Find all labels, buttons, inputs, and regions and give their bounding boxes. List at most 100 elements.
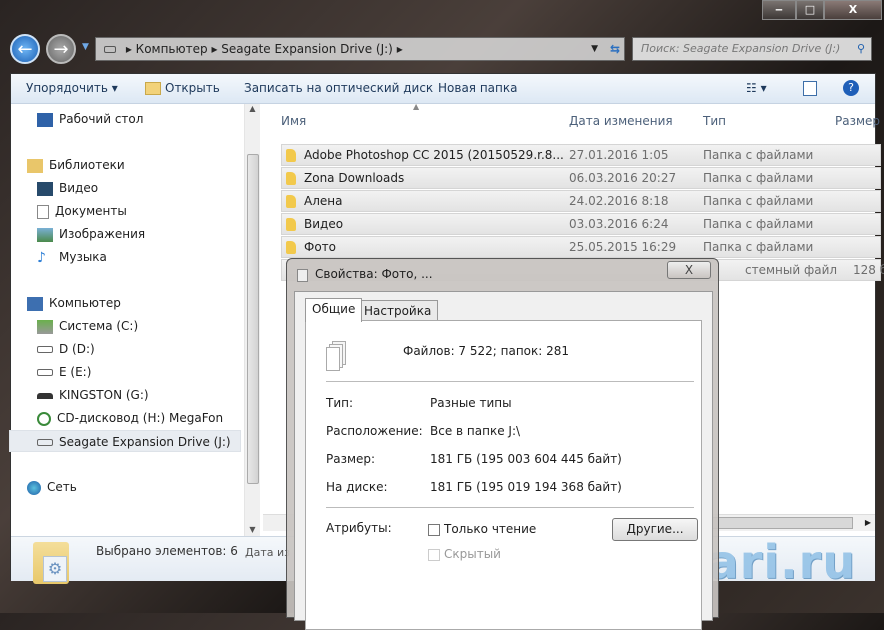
computer-icon: [27, 296, 43, 311]
open-folder-icon: [145, 82, 161, 95]
row-type: Папка с файлами: [703, 171, 814, 185]
drive-icon: [104, 46, 116, 53]
readonly-checkbox[interactable]: Только чтение: [428, 522, 536, 536]
row-date: 27.01.2016 1:05: [569, 148, 669, 162]
folder-icon: [286, 218, 296, 231]
table-row[interactable]: Zona Downloads 06.03.2016 20:27 Папка с фа…: [281, 167, 881, 189]
history-dropdown-icon[interactable]: ▼: [82, 42, 89, 52]
column-name[interactable]: Имя: [281, 114, 306, 128]
address-bar[interactable]: ▸ Компьютер ▸ Seagate Expansion Drive (J…: [95, 37, 625, 61]
row-name: Zona Downloads: [304, 171, 405, 185]
nav-computer[interactable]: Компьютер: [27, 292, 121, 314]
row-date: 24.02.2016 8:18: [569, 194, 669, 208]
hidden-checkbox[interactable]: Скрытый: [428, 547, 501, 561]
cd-drive-icon: [37, 411, 51, 426]
size-value: 181 ГБ (195 003 604 445 байт): [430, 452, 622, 466]
row-type: Папка с файлами: [703, 240, 814, 254]
organize-button[interactable]: Упорядочить ▾: [26, 81, 118, 95]
attributes-label: Атрибуты:: [326, 521, 392, 535]
network-icon: [27, 480, 41, 495]
nav-video[interactable]: Видео: [37, 177, 98, 199]
location-value: Все в папке J:\: [430, 424, 521, 438]
documents-icon: [37, 204, 49, 219]
navigation-pane: Рабочий стол Библиотеки Видео Документы …: [9, 104, 259, 536]
dialog-title: Свойства: Фото, ...: [315, 267, 433, 281]
libraries-icon: [27, 158, 43, 173]
music-icon: ♪: [37, 249, 46, 266]
type-value: Разные типы: [430, 396, 512, 410]
close-button[interactable]: X: [824, 0, 882, 20]
back-button[interactable]: ←: [10, 34, 40, 64]
nav-libraries[interactable]: Библиотеки: [27, 154, 125, 176]
nav-drive-d[interactable]: D (D:): [37, 338, 95, 360]
usb-drive-icon: [37, 392, 53, 399]
tab-customize[interactable]: Настройка: [357, 300, 439, 322]
column-date[interactable]: Дата изменения: [569, 114, 673, 128]
row-date: 03.03.2016 6:24: [569, 217, 669, 231]
multiple-files-icon: [326, 341, 346, 371]
row-date: 25.05.2015 16:29: [569, 240, 677, 254]
nav-pictures[interactable]: Изображения: [37, 223, 145, 245]
nav-documents[interactable]: Документы: [37, 200, 127, 222]
location-label: Расположение:: [326, 424, 423, 438]
breadcrumb-computer[interactable]: Компьютер: [136, 42, 208, 56]
burn-button[interactable]: Записать на оптический диск: [244, 81, 433, 95]
dialog-close-button[interactable]: X: [667, 261, 711, 279]
hscroll-thumb[interactable]: [703, 517, 853, 529]
address-dropdown-icon[interactable]: ▼: [591, 38, 598, 60]
table-row[interactable]: Видео 03.03.2016 6:24 Папка с файлами: [281, 213, 881, 235]
row-date: 06.03.2016 20:27: [569, 171, 677, 185]
size-on-disk-label: На диске:: [326, 480, 388, 494]
advanced-button[interactable]: Другие...: [612, 518, 698, 541]
breadcrumb-drive[interactable]: Seagate Expansion Drive (J:): [221, 42, 393, 56]
column-type[interactable]: Тип: [703, 114, 726, 128]
table-row[interactable]: Алена 24.02.2016 8:18 Папка с файлами: [281, 190, 881, 212]
system-drive-icon: [37, 319, 53, 334]
minimize-button[interactable]: ‒: [762, 0, 796, 20]
help-icon[interactable]: ?: [843, 80, 859, 96]
column-size[interactable]: Размер: [835, 114, 880, 128]
scroll-down-icon[interactable]: ▼: [245, 525, 260, 534]
new-folder-button[interactable]: Новая папка: [438, 81, 517, 95]
preview-pane-icon[interactable]: [803, 81, 817, 96]
row-size: 128 б: [853, 263, 884, 277]
toolbar: Упорядочить ▾ Открыть Записать на оптиче…: [11, 74, 875, 104]
nav-desktop[interactable]: Рабочий стол: [37, 108, 143, 130]
maximize-button[interactable]: □: [796, 0, 824, 20]
folder-icon: [286, 172, 296, 185]
nav-drive-h[interactable]: CD-дисковод (H:) MegaFon: [37, 407, 223, 429]
nav-network[interactable]: Сеть: [27, 476, 77, 498]
forward-button[interactable]: →: [46, 34, 76, 64]
nav-scrollbar[interactable]: ▲ ▼: [244, 104, 260, 536]
row-type: Папка с файлами: [703, 217, 814, 231]
table-row[interactable]: Adobe Photoshop CC 2015 (20150529.r.8...…: [281, 144, 881, 166]
scroll-thumb[interactable]: [247, 154, 259, 484]
tab-general[interactable]: Общие: [305, 298, 363, 322]
folder-icon: [286, 149, 296, 162]
scroll-right-icon[interactable]: ▶: [865, 518, 871, 527]
search-input[interactable]: Поиск: Seagate Expansion Drive (J:) ⚲: [632, 37, 872, 61]
pictures-icon: [37, 227, 53, 242]
files-icon: [297, 269, 308, 282]
row-name: Фото: [304, 240, 337, 254]
selection-thumbnail-icon: ⚙: [33, 542, 69, 584]
size-label: Размер:: [326, 452, 376, 466]
table-row[interactable]: Фото 25.05.2015 16:29 Папка с файлами: [281, 236, 881, 258]
row-type: Папка с файлами: [703, 148, 814, 162]
nav-drive-j[interactable]: Seagate Expansion Drive (J:): [9, 430, 241, 452]
selected-count: Выбрано элементов: 6: [96, 544, 238, 558]
nav-drive-g[interactable]: KINGSTON (G:): [37, 384, 149, 406]
refresh-icon[interactable]: ⇆: [610, 38, 620, 60]
view-options-icon[interactable]: ☷ ▾: [746, 81, 767, 95]
folder-icon: [286, 195, 296, 208]
drive-icon: [37, 439, 53, 446]
row-name: Видео: [304, 217, 344, 231]
nav-drive-c[interactable]: Система (C:): [37, 315, 138, 337]
video-icon: [37, 181, 53, 196]
nav-music[interactable]: ♪ Музыка: [37, 246, 107, 268]
divider: [326, 507, 694, 508]
open-button[interactable]: Открыть: [145, 81, 220, 95]
desktop-icon: [37, 112, 53, 127]
scroll-up-icon[interactable]: ▲: [245, 104, 260, 113]
nav-drive-e[interactable]: E (E:): [37, 361, 91, 383]
